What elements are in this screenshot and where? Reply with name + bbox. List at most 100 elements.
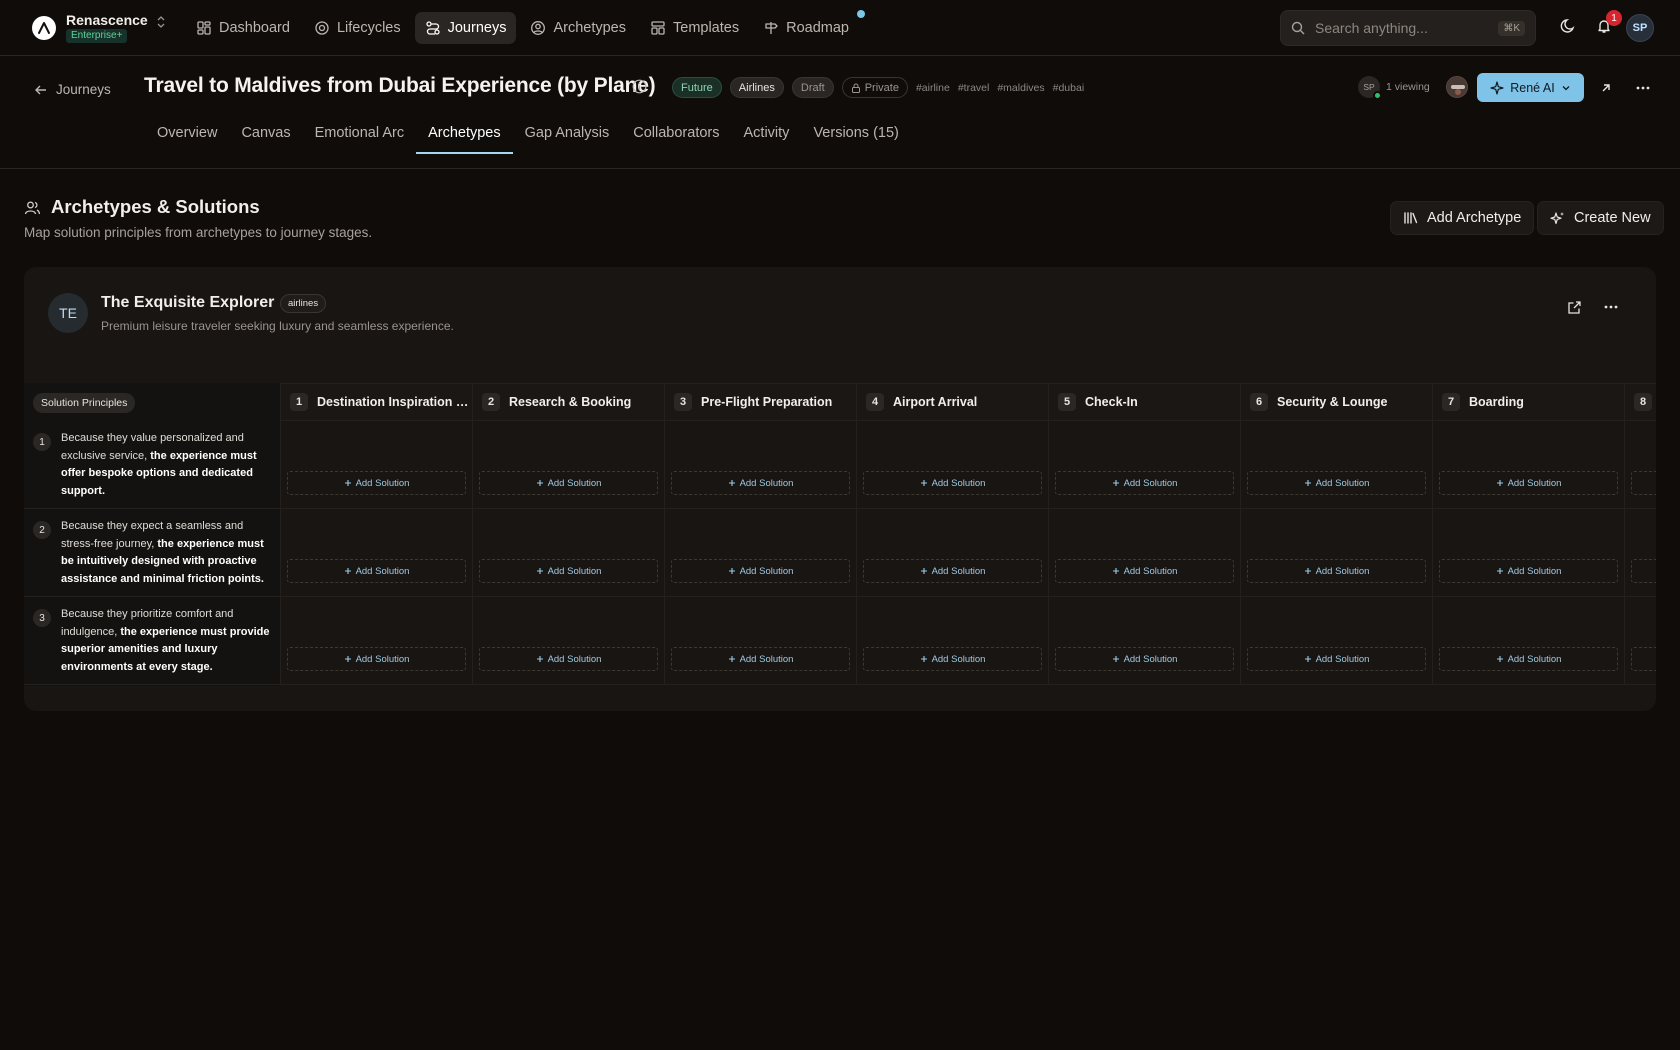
principle-text[interactable]: Because they expect a seamless and stres… [61,518,273,588]
stage-number: 2 [482,393,500,411]
stage-name: Destination Inspiration & Planning [317,395,469,409]
add-solution-button[interactable]: Add Solution [1055,471,1234,495]
solution-cell: Add Solution [856,509,1048,597]
add-solution-button[interactable]: Add Solution [671,559,850,583]
tab-archetypes[interactable]: Archetypes [416,113,513,154]
brand-switcher[interactable]: Renascence Enterprise+ [32,13,166,43]
nav-templates[interactable]: Templates [640,12,749,44]
tab-emotional-arc[interactable]: Emotional Arc [303,113,416,153]
add-solution-button[interactable]: Add Solution [287,647,466,671]
dashboard-icon [196,20,212,36]
archetype-more-options-icon[interactable] [1601,297,1621,317]
solution-cell: Add Solution [856,597,1048,685]
add-solution-label: Add Solution [1315,477,1370,489]
open-external-arrow-icon[interactable] [1591,73,1620,102]
user-avatar[interactable]: SP [1626,14,1654,42]
add-solution-button[interactable]: Add Solution [1631,647,1656,671]
add-solution-button[interactable]: Add Solution [1247,471,1426,495]
stage-name: Pre-Flight Preparation [701,395,833,409]
principle-text[interactable]: Because they prioritize comfort and indu… [61,606,273,676]
tab-collaborators[interactable]: Collaborators [621,113,731,153]
add-solution-button[interactable]: Add Solution [1439,471,1618,495]
tab-gap-analysis[interactable]: Gap Analysis [513,113,622,153]
nav-journeys[interactable]: Journeys [414,12,517,44]
add-solution-button[interactable]: Add Solution [479,471,658,495]
add-solution-label: Add Solution [1507,653,1562,665]
tab-activity[interactable]: Activity [732,113,802,153]
add-solution-label: Add Solution [931,653,986,665]
add-solution-button[interactable]: Add Solution [1055,559,1234,583]
users-icon [24,199,41,216]
industry-tag-airlines[interactable]: Airlines [729,77,784,98]
stage-header: 6 Security & Lounge [1240,383,1432,421]
add-solution-button[interactable]: Add Solution [1439,647,1618,671]
templates-icon [650,20,666,36]
solution-cell: Add Solution [1048,509,1240,597]
nav-archetypes[interactable]: Archetypes [520,12,636,44]
brand-name: Renascence [66,12,148,28]
add-solution-button[interactable]: Add Solution [1439,559,1618,583]
add-archetype-button[interactable]: Add Archetype [1390,201,1535,235]
add-solution-button[interactable]: Add Solution [863,559,1042,583]
solution-cell: Add Solution [1048,421,1240,509]
stage-header: 3 Pre-Flight Preparation [664,383,856,421]
archetype-tag: airlines [280,294,327,313]
add-solution-button[interactable]: Add Solution [479,647,658,671]
sparkles-icon [1550,211,1565,226]
nav-roadmap[interactable]: Roadmap [753,10,865,44]
add-solution-label: Add Solution [1315,653,1370,665]
hashtag[interactable]: #airline [916,82,950,94]
add-solution-button[interactable]: Add Solution [479,559,658,583]
principle-row: 3 Because they prioritize comfort and in… [24,597,280,685]
tab-canvas[interactable]: Canvas [229,113,302,153]
add-solution-button[interactable]: Add Solution [1055,647,1234,671]
visibility-tag-private[interactable]: Private [841,77,908,98]
stage-number: 7 [1442,393,1460,411]
chevron-up-down-icon [156,16,166,28]
add-solution-button[interactable]: Add Solution [863,647,1042,671]
nav-dashboard[interactable]: Dashboard [186,12,300,44]
solution-cell: Add Solution [1624,597,1656,685]
back-to-journeys-link[interactable]: Journeys [34,82,111,97]
hashtag[interactable]: #dubai [1053,82,1085,94]
create-new-button[interactable]: Create New [1537,201,1664,235]
nav-label: Lifecycles [336,20,401,36]
archetype-name[interactable]: The Exquisite Explorer [101,294,274,312]
add-solution-button[interactable]: Add Solution [1631,559,1656,583]
add-solution-button[interactable]: Add Solution [671,647,850,671]
new-indicator-dot [856,10,865,18]
add-solution-button[interactable]: Add Solution [287,471,466,495]
status-tag-draft[interactable]: Draft [791,77,834,98]
open-archetype-external-link-icon[interactable] [1564,297,1584,317]
add-solution-button[interactable]: Add Solution [863,471,1042,495]
stage-name: Research & Booking [509,395,632,409]
add-solution-button[interactable]: Add Solution [671,471,850,495]
add-solution-button[interactable]: Add Solution [287,559,466,583]
search-placeholder: Search anything... [1315,20,1428,36]
more-options-icon[interactable] [1628,73,1657,102]
principle-text[interactable]: Because they value personalized and excl… [61,430,273,500]
ai-button-label: René AI [1510,80,1555,95]
principle-row: 2 Because they expect a seamless and str… [24,509,280,597]
stage-header: 5 Check-In [1048,383,1240,421]
status-tag-future[interactable]: Future [672,77,722,98]
rene-ai-button[interactable]: René AI [1477,73,1584,102]
hashtag[interactable]: #maldives [997,82,1044,94]
solution-cell: Add Solution [664,509,856,597]
search-input[interactable]: Search anything... ⌘K [1280,10,1536,46]
solution-cell: Add Solution [1432,509,1624,597]
add-solution-label: Add Solution [355,477,410,489]
add-solution-label: Add Solution [739,565,794,577]
tab-overview[interactable]: Overview [145,113,229,153]
add-solution-button[interactable]: Add Solution [1247,647,1426,671]
info-icon[interactable] [632,79,647,94]
theme-toggle-moon-icon[interactable] [1560,18,1576,34]
hashtag[interactable]: #travel [958,82,990,94]
solution-cell: Add Solution [1240,597,1432,685]
add-solution-button[interactable]: Add Solution [1631,471,1656,495]
nav-lifecycles[interactable]: Lifecycles [304,12,411,44]
tab-versions[interactable]: Versions (15) [801,113,910,153]
principles-column: 1 Because they value personalized and ex… [24,421,280,686]
collaborator-avatar-icon[interactable] [1446,76,1468,98]
add-solution-button[interactable]: Add Solution [1247,559,1426,583]
